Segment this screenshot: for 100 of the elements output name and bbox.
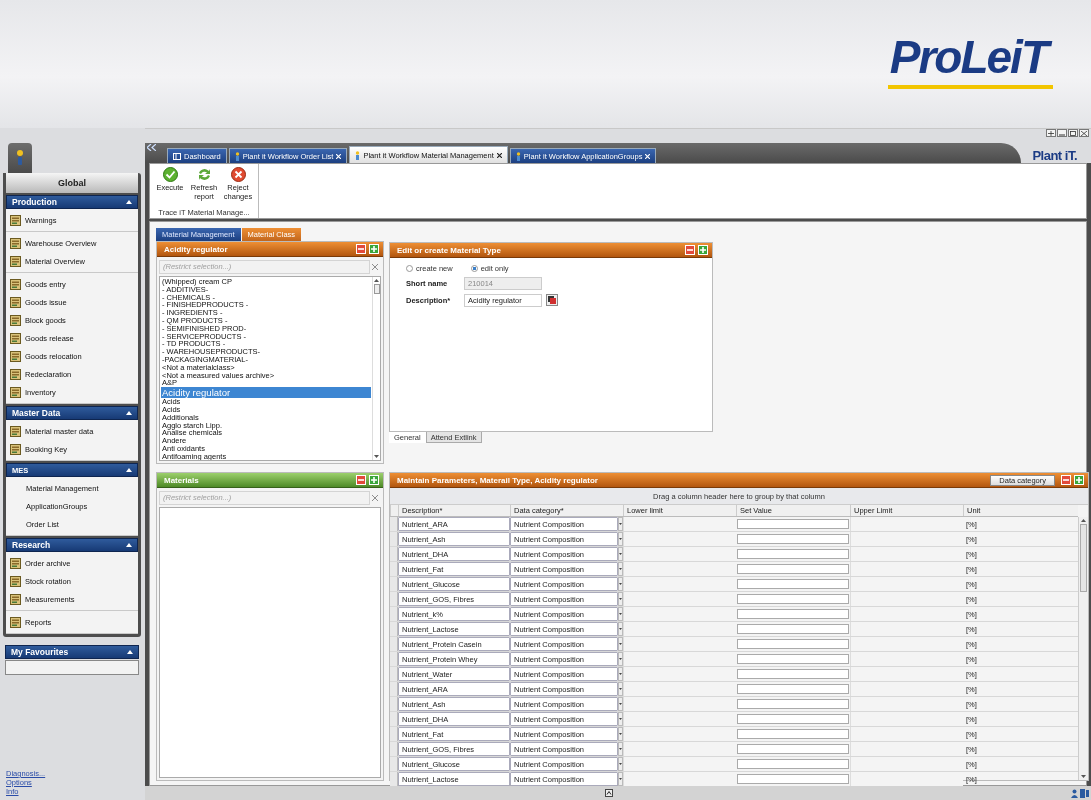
row-selector[interactable] xyxy=(390,772,398,786)
minus-button[interactable] xyxy=(685,245,695,255)
scrollbar[interactable] xyxy=(372,277,380,460)
cancel-icon xyxy=(230,167,246,182)
sidebar-tab[interactable] xyxy=(8,143,32,173)
row-selector[interactable] xyxy=(390,667,398,681)
caret-down-icon xyxy=(619,553,622,555)
translate-button[interactable] xyxy=(546,294,558,306)
set-value-field[interactable] xyxy=(737,609,849,619)
dropdown-button[interactable] xyxy=(618,727,623,741)
plus-button[interactable] xyxy=(369,475,379,485)
dropdown-button[interactable] xyxy=(618,547,623,561)
set-value-field[interactable] xyxy=(737,684,849,694)
dropdown-button[interactable] xyxy=(618,622,623,636)
minus-button[interactable] xyxy=(356,475,366,485)
set-value-field[interactable] xyxy=(737,729,849,739)
dropdown-button[interactable] xyxy=(618,712,623,726)
set-value-field[interactable] xyxy=(737,534,849,544)
dropdown-button[interactable] xyxy=(618,577,623,591)
row-selector[interactable] xyxy=(390,742,398,756)
row-selector[interactable] xyxy=(390,607,398,621)
arrow-up-icon xyxy=(374,279,379,282)
dropdown-button[interactable] xyxy=(618,742,623,756)
plus-button[interactable] xyxy=(698,245,708,255)
collapse-icon xyxy=(147,144,156,151)
dropdown-button[interactable] xyxy=(618,757,623,771)
scroll-thumb[interactable] xyxy=(373,284,380,294)
row-selector[interactable] xyxy=(390,712,398,726)
set-value-field[interactable] xyxy=(737,774,849,784)
caret-down-icon xyxy=(619,763,622,765)
row-selector[interactable] xyxy=(390,697,398,711)
scroll-thumb[interactable] xyxy=(1080,524,1087,592)
set-value-field[interactable] xyxy=(737,654,849,664)
set-value-field[interactable] xyxy=(737,549,849,559)
dropdown-button[interactable] xyxy=(618,607,623,621)
minus-button[interactable] xyxy=(1061,475,1071,485)
list-icon xyxy=(10,557,21,569)
minimize-button[interactable] xyxy=(1057,129,1067,137)
set-value-field[interactable] xyxy=(737,699,849,709)
set-value-field[interactable] xyxy=(737,594,849,604)
arrow-down-icon xyxy=(374,455,379,458)
check-icon xyxy=(162,167,178,182)
dropdown-button[interactable] xyxy=(618,562,623,576)
refresh-icon xyxy=(196,167,212,182)
caret-down-icon xyxy=(619,718,622,720)
row-selector[interactable] xyxy=(390,532,398,546)
dropdown-button[interactable] xyxy=(618,592,623,606)
row-selector[interactable] xyxy=(390,757,398,771)
row-selector[interactable] xyxy=(390,517,398,531)
close-button[interactable] xyxy=(1079,129,1089,137)
list-icon xyxy=(10,332,21,344)
section-header[interactable]: Research xyxy=(6,538,138,552)
restore-button[interactable] xyxy=(1068,129,1078,137)
dropdown-button[interactable] xyxy=(618,682,623,696)
list-icon xyxy=(10,296,21,308)
minus-button[interactable] xyxy=(356,244,366,254)
set-value-field[interactable] xyxy=(737,714,849,724)
dropdown-button[interactable] xyxy=(618,697,623,711)
list-icon xyxy=(10,368,21,380)
dropdown-button[interactable] xyxy=(618,517,623,531)
dropdown-button[interactable] xyxy=(618,637,623,651)
dropdown-button[interactable] xyxy=(618,772,623,786)
section-header[interactable]: My Favourites xyxy=(5,645,139,659)
arrow-up-icon xyxy=(1081,519,1086,522)
dropdown-button[interactable] xyxy=(618,667,623,681)
set-value-field[interactable] xyxy=(737,564,849,574)
set-value-field[interactable] xyxy=(737,639,849,649)
row-selector[interactable] xyxy=(390,622,398,636)
row-selector[interactable] xyxy=(390,577,398,591)
set-value-field[interactable] xyxy=(737,669,849,679)
set-value-field[interactable] xyxy=(737,624,849,634)
section-header[interactable]: Production xyxy=(6,195,138,209)
section-header[interactable]: Master Data xyxy=(6,406,138,420)
row-selector[interactable] xyxy=(390,652,398,666)
dropdown-button[interactable] xyxy=(618,652,623,666)
set-value-field[interactable] xyxy=(737,579,849,589)
figure-icon xyxy=(15,149,25,167)
pin-button[interactable] xyxy=(1046,129,1056,137)
minus-icon xyxy=(358,477,364,483)
caret-down-icon xyxy=(619,523,622,525)
panel-header: Materials xyxy=(157,473,383,488)
row-selector[interactable] xyxy=(390,547,398,561)
set-value-field[interactable] xyxy=(737,759,849,769)
row-selector[interactable] xyxy=(390,562,398,576)
plus-button[interactable] xyxy=(369,244,379,254)
dropdown-button[interactable] xyxy=(618,532,623,546)
row-selector[interactable] xyxy=(390,592,398,606)
panel-icon xyxy=(1080,788,1089,798)
set-value-field[interactable] xyxy=(737,744,849,754)
row-selector[interactable] xyxy=(390,727,398,741)
list-item[interactable]: Acidity regulator xyxy=(161,387,371,399)
app-logo: Plant iT. xyxy=(1031,147,1078,163)
set-value-field[interactable] xyxy=(737,519,849,529)
row-selector[interactable] xyxy=(390,637,398,651)
list-icon xyxy=(10,443,21,455)
squares-icon xyxy=(548,296,556,304)
row-selector[interactable] xyxy=(390,682,398,696)
scrollbar[interactable] xyxy=(1078,517,1088,780)
plus-button[interactable] xyxy=(1074,475,1084,485)
clear-icon xyxy=(372,263,378,270)
